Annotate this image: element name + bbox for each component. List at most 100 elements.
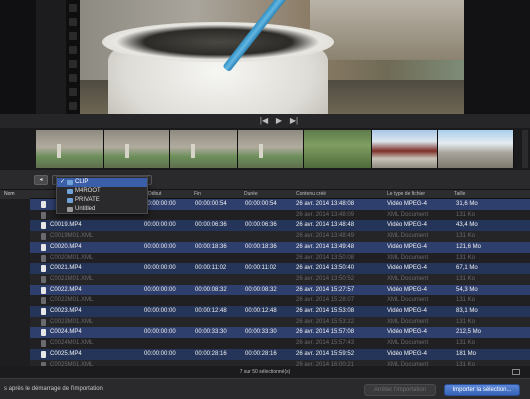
column-header-start[interactable]: Début — [148, 191, 161, 197]
table-row[interactable]: C0025.MP4 00:00:00:00 00:00:28:16 00:00:28:… — [30, 348, 530, 360]
preview-cup-rim — [102, 22, 334, 62]
table-row[interactable]: C0021.MP4 00:00:00:00 00:00:11:02 00:00:11:… — [30, 263, 530, 275]
location-option[interactable]: Untitled — [57, 205, 147, 214]
table-row[interactable]: C0022M01.XML 26 avr. 2014 15:28:07 XML Doc… — [30, 295, 530, 307]
location-option-label: PRIVATE — [75, 197, 100, 203]
cell-name: C0019M01.XML — [50, 233, 94, 240]
filmstrip-thumbnail[interactable] — [170, 130, 238, 168]
next-frame-button[interactable]: ▶| — [288, 116, 300, 126]
column-header-type[interactable]: Le type de fichier — [387, 191, 425, 197]
cell-size: 181 Mo — [456, 350, 477, 357]
location-option[interactable]: PRIVATE — [57, 196, 147, 205]
cell-created: 26 avr. 2014 13:50:08 — [296, 254, 355, 261]
file-icon — [41, 243, 46, 251]
cell-name: C0022M01.XML — [50, 297, 94, 304]
cell-size: 131 Ko — [456, 318, 476, 325]
file-icon — [41, 350, 46, 358]
cell-name: C0020M01.XML — [50, 254, 94, 261]
column-header-size[interactable]: Taille — [454, 191, 465, 197]
column-header-end[interactable]: Fin — [194, 191, 201, 197]
cell-created: 26 avr. 2014 15:27:57 — [296, 286, 355, 293]
sprocket-hole — [69, 60, 77, 68]
cell-start: 00:00:00:00 — [144, 201, 176, 207]
file-icon — [41, 297, 46, 305]
table-row[interactable]: C0019M01.XML 26 avr. 2014 13:48:49 XML Doc… — [30, 231, 530, 243]
cell-type: XML Document — [387, 254, 429, 261]
cell-duration: 00:00:11:02 — [245, 265, 277, 272]
cell-name: C0024M01.XML — [50, 340, 94, 347]
cell-type: Vidéo MPEG-4 — [387, 329, 427, 336]
folder-icon — [67, 180, 73, 185]
table-row[interactable]: C0019.MP4 00:00:00:00 00:00:06:36 00:00:06:… — [30, 220, 530, 232]
location-dropdown-menu[interactable]: ✓ CLIP M4ROOT PRIVATE Untitled — [56, 176, 148, 214]
table-row[interactable]: C0023.MP4 00:00:00:00 00:00:12:48 00:00:12:… — [30, 306, 530, 317]
cell-type: Vidéo MPEG-4 — [387, 222, 427, 229]
cell-created: 26 avr. 2014 13:50:40 — [296, 265, 355, 272]
selection-count: 7 sur 50 sélectionné(s) — [239, 369, 291, 375]
cell-type: XML Document — [387, 233, 429, 240]
location-option[interactable]: M4ROOT — [57, 187, 147, 196]
file-icon — [41, 265, 46, 273]
cell-created: 26 avr. 2014 13:48:09 — [296, 211, 355, 218]
cell-start: 00:00:00:00 — [144, 222, 176, 229]
table-row[interactable]: C0020.MP4 00:00:00:00 00:00:18:36 00:00:18:… — [30, 241, 530, 253]
location-option-label: M4ROOT — [75, 188, 101, 194]
file-table[interactable]: Début Fin Durée Contenu créé Le type de … — [30, 190, 530, 366]
sprocket-hole — [69, 102, 77, 110]
cell-created: 26 avr. 2014 15:57:43 — [296, 340, 355, 347]
filmstrip-thumbnail[interactable] — [104, 130, 170, 168]
cell-end: 00:00:11:02 — [195, 265, 227, 272]
filmstrip-scroll-handle[interactable] — [522, 130, 528, 168]
table-row[interactable]: C0022.MP4 00:00:00:00 00:00:08:32 00:00:08:… — [30, 284, 530, 296]
cell-created: 26 avr. 2014 15:28:07 — [296, 297, 355, 304]
cell-name: C0023.MP4 — [50, 308, 82, 314]
sprocket-hole — [69, 32, 77, 40]
cell-size: 54,3 Mo — [456, 286, 478, 293]
cell-created: 26 avr. 2014 15:53:22 — [296, 318, 355, 325]
table-row[interactable]: C0024M01.XML 26 avr. 2014 15:57:43 XML Doc… — [30, 338, 530, 350]
file-icon — [41, 275, 46, 283]
cell-type: XML Document — [387, 318, 429, 325]
cell-end: 00:00:00:54 — [195, 201, 227, 207]
file-icon — [41, 201, 46, 208]
cell-start: 00:00:00:00 — [144, 265, 176, 272]
cell-type: Vidéo MPEG-4 — [387, 286, 427, 293]
location-option-label: CLIP — [75, 179, 89, 185]
cell-created: 26 avr. 2014 13:48:48 — [296, 222, 355, 229]
filmstrip[interactable] — [0, 128, 530, 170]
cell-duration: 00:00:06:36 — [245, 222, 277, 229]
filmstrip-thumbnail[interactable] — [304, 130, 372, 168]
previous-frame-button[interactable]: |◀ — [258, 116, 270, 126]
location-option[interactable]: ✓ CLIP — [57, 178, 147, 187]
table-row[interactable]: C0021M01.XML 26 avr. 2014 13:50:52 XML Doc… — [30, 273, 530, 285]
cell-size: 131 Ko — [456, 297, 476, 304]
cell-duration: 00:00:28:16 — [245, 350, 277, 357]
filmstrip-thumbnail[interactable] — [372, 130, 438, 168]
list-view-icon[interactable] — [512, 369, 520, 375]
cell-created: 26 avr. 2014 13:48:49 — [296, 233, 355, 240]
filmstrip-thumbnail[interactable] — [238, 130, 304, 168]
column-header-created[interactable]: Contenu créé — [296, 191, 326, 197]
table-row[interactable]: C0020M01.XML 26 avr. 2014 13:50:08 XML Doc… — [30, 252, 530, 264]
preview-background — [310, 0, 464, 60]
table-row[interactable]: C0024.MP4 00:00:00:00 00:00:33:30 00:00:33:… — [30, 327, 530, 339]
sprocket-hole — [69, 46, 77, 54]
column-header-duration[interactable]: Durée — [244, 191, 258, 197]
cell-name: C0022.MP4 — [50, 286, 82, 293]
cell-type: Vidéo MPEG-4 — [387, 243, 427, 250]
filmstrip-thumbnail[interactable] — [36, 130, 104, 168]
filmstrip-thumbnail[interactable] — [438, 130, 514, 168]
cell-type: XML Document — [387, 340, 429, 347]
sprocket-hole — [69, 18, 77, 26]
cell-size: 131 Ko — [456, 340, 476, 347]
back-button[interactable]: ◂ — [34, 175, 48, 185]
cell-start: 00:00:00:00 — [144, 308, 176, 314]
cell-created: 26 avr. 2014 13:49:48 — [296, 243, 355, 250]
cell-type: XML Document — [387, 211, 429, 218]
name-column-header[interactable]: Nom — [0, 190, 30, 199]
video-preview[interactable] — [80, 0, 464, 114]
play-button[interactable]: ▶ — [273, 116, 285, 126]
import-selection-button[interactable]: Importer la sélection... — [444, 384, 520, 396]
table-row[interactable]: C0023M01.XML 26 avr. 2014 15:53:22 XML Doc… — [30, 316, 530, 328]
stop-import-button[interactable]: Arrêter l'importation — [364, 384, 436, 396]
